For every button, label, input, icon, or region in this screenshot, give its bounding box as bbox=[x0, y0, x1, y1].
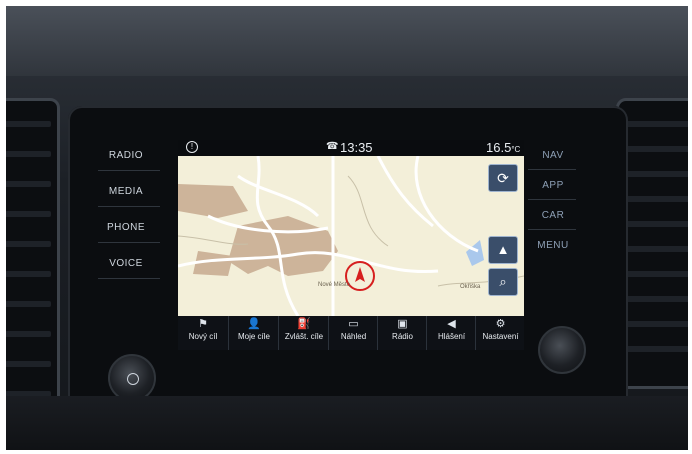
road-3 bbox=[376, 156, 434, 228]
route-options-button[interactable]: ⟳ bbox=[488, 164, 518, 192]
map-label-town: Nové Město bbox=[318, 282, 351, 288]
urban-area bbox=[228, 216, 338, 276]
magnifier-icon: ⌕ bbox=[499, 274, 507, 289]
dashboard-bottom bbox=[6, 396, 688, 450]
info-icon[interactable]: ! bbox=[186, 141, 198, 153]
road-4 bbox=[414, 156, 479, 253]
radio-toolbar-button[interactable]: ▣ Rádio bbox=[377, 316, 427, 350]
volume-knob[interactable] bbox=[108, 354, 156, 402]
megaphone-icon: ◀ bbox=[447, 318, 456, 330]
status-bar: ! ☎ 13:35 16.5°C bbox=[178, 140, 524, 156]
menu-button[interactable]: MENU bbox=[528, 240, 578, 251]
dashboard-photo: RADIO MEDIA PHONE VOICE NAV APP CAR MENU bbox=[6, 6, 688, 450]
radio-button[interactable]: RADIO bbox=[96, 150, 156, 161]
flag-icon: ⚑ bbox=[198, 318, 208, 330]
preview-button[interactable]: ▭ Náhled bbox=[328, 316, 378, 350]
map-label-okriska: Okřiška bbox=[460, 284, 481, 290]
temperature: 16.5°C bbox=[486, 140, 521, 155]
radio-icon: ▣ bbox=[397, 318, 408, 330]
nav-toolbar: ⚑ Nový cíl 👤 Moje cíle ⛽ Zvlášt. cíle ▭ … bbox=[178, 316, 524, 350]
my-destinations-button[interactable]: 👤 Moje cíle bbox=[228, 316, 279, 350]
compass-button[interactable]: ▲ bbox=[488, 236, 518, 264]
announcements-button[interactable]: ◀ Hlášení bbox=[426, 316, 476, 350]
tune-knob[interactable] bbox=[538, 326, 586, 374]
car-position-arrow bbox=[355, 267, 365, 282]
water-area bbox=[466, 240, 484, 266]
car-button[interactable]: CAR bbox=[528, 210, 578, 221]
road-6 bbox=[237, 174, 320, 218]
phone-button[interactable]: PHONE bbox=[96, 222, 156, 233]
map-preview-icon: ▭ bbox=[348, 318, 359, 330]
nav-button[interactable]: NAV bbox=[528, 150, 578, 161]
new-destination-button[interactable]: ⚑ Nový cíl bbox=[178, 316, 228, 350]
poi-button[interactable]: ⛽ Zvlášt. cíle bbox=[278, 316, 329, 350]
voice-button[interactable]: VOICE bbox=[96, 258, 156, 269]
route-icon: ⟳ bbox=[497, 170, 509, 186]
settings-button[interactable]: ⚙ Nastavení bbox=[475, 316, 524, 350]
zoom-button[interactable]: ⌕ bbox=[488, 268, 518, 296]
map-graphic bbox=[178, 156, 524, 316]
dashboard-top bbox=[6, 6, 688, 76]
clock: 13:35 bbox=[340, 140, 373, 155]
touchscreen[interactable]: ! ☎ 13:35 16.5°C Nové Město Okřiška ⟳ ▲ … bbox=[178, 140, 524, 350]
compass-icon: ▲ bbox=[496, 242, 510, 257]
gear-icon: ⚙ bbox=[495, 318, 506, 330]
media-button[interactable]: MEDIA bbox=[96, 186, 156, 197]
power-icon bbox=[127, 373, 139, 385]
phone-status-icon: ☎ bbox=[326, 141, 339, 152]
person-icon: 👤 bbox=[247, 318, 261, 330]
left-air-vent bbox=[6, 98, 60, 434]
infotainment-unit: RADIO MEDIA PHONE VOICE NAV APP CAR MENU bbox=[68, 106, 628, 416]
navigation-map[interactable]: Nové Město Okřiška ⟳ ▲ ⌕ bbox=[178, 156, 524, 316]
poi-icon: ⛽ bbox=[297, 318, 311, 330]
app-button[interactable]: APP bbox=[528, 180, 578, 191]
urban-area-west bbox=[178, 184, 248, 218]
